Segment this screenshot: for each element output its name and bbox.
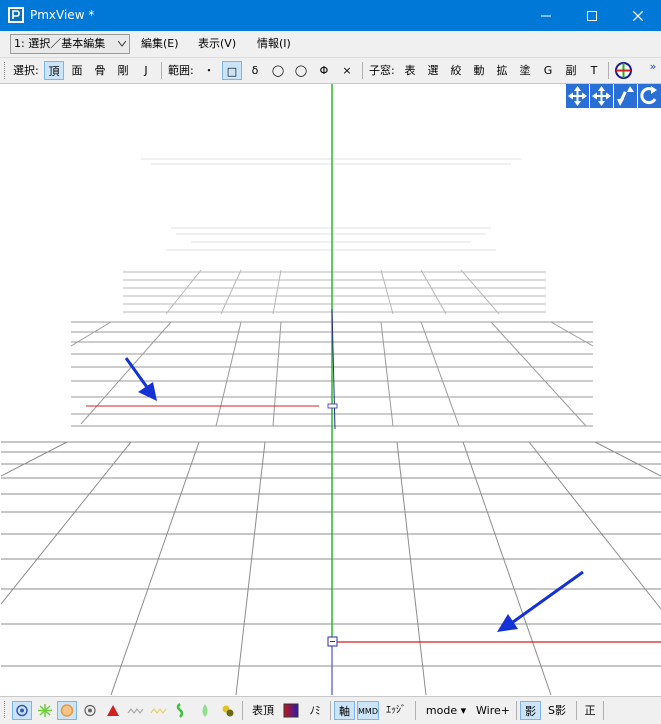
view-zoom-button[interactable] [614, 84, 637, 108]
toolbar-separator [161, 62, 162, 79]
vertex-dot-toggle[interactable] [12, 701, 32, 720]
toolbar-grip[interactable] [4, 62, 8, 79]
annotation-arrow-lower [497, 570, 584, 632]
select-bone-button[interactable]: 骨 [90, 61, 110, 80]
annotation-arrow-upper [124, 357, 157, 401]
color-swatch-icon[interactable] [283, 703, 299, 718]
select-rigid-button[interactable]: 剛 [113, 61, 133, 80]
statusbar-grip[interactable] [4, 701, 8, 718]
far-origin-marker [327, 403, 338, 409]
minimize-button[interactable] [523, 0, 569, 31]
front-view-button[interactable]: 正 [580, 701, 600, 720]
subwin-scale-button[interactable]: 拡 [492, 61, 512, 80]
yellow-wave-icon[interactable] [149, 701, 169, 720]
statusbar-separator [576, 701, 577, 720]
show-vertex-button[interactable]: 表頂 [248, 701, 278, 720]
wire-plus-button[interactable]: Wire+ [474, 701, 512, 720]
wireframe-scene[interactable] [1, 84, 661, 695]
subwin-filter-button[interactable]: 絞 [446, 61, 466, 80]
menu-view[interactable]: 表示(V) [198, 36, 236, 52]
close-icon [633, 10, 643, 21]
range-triangle-button[interactable]: ◯ [291, 61, 311, 80]
minimize-icon [541, 15, 551, 16]
maximize-icon [587, 10, 597, 21]
axis-toggle-button[interactable]: 軸 [334, 701, 355, 720]
menu-info[interactable]: 情報(I) [257, 36, 291, 52]
far-grid [123, 269, 546, 315]
range-rect-button[interactable]: □ [222, 61, 242, 80]
subwindow-label: 子窓: [369, 64, 395, 77]
select-face-button[interactable]: 面 [67, 61, 87, 80]
green-link-icon[interactable] [172, 701, 192, 720]
range-delta-button[interactable]: δ [245, 61, 265, 80]
edge-toggle-button[interactable]: ｴｯｼﾞ [381, 701, 411, 720]
view-rotate-button[interactable] [638, 84, 661, 108]
subwin-t-button[interactable]: T [584, 61, 604, 80]
window-title: PmxView * [30, 8, 95, 22]
maximize-button[interactable] [569, 0, 615, 31]
menu-bar: 1: 選択／基本編集 編集(E) 表示(V) 情報(I) [0, 31, 661, 58]
gray-wave-icon[interactable] [126, 701, 146, 720]
subwin-sub-button[interactable]: 副 [561, 61, 581, 80]
target-crosshair-icon[interactable] [614, 61, 633, 80]
self-shadow-toggle-button[interactable]: S影 [544, 701, 570, 720]
statusbar-separator [330, 701, 331, 720]
3d-viewport[interactable] [1, 84, 661, 695]
subwin-move-button[interactable]: 動 [469, 61, 489, 80]
green-sparkle-icon[interactable] [35, 701, 55, 720]
title-bar: PmxView * [0, 0, 661, 31]
shadow-toggle-button[interactable]: 影 [520, 701, 541, 720]
origin-marker[interactable] [327, 636, 338, 647]
statusbar-separator [603, 701, 604, 720]
pmxview-app-icon [8, 7, 24, 23]
yellow-link-icon[interactable] [218, 701, 238, 720]
target-dot-icon[interactable] [80, 701, 100, 720]
toolbar: 選択: 頂 面 骨 剛 J 範囲: ・ □ δ ◯ ◯ Φ × 子窓: 表 選 … [0, 58, 661, 84]
toolbar-overflow-button[interactable]: » [646, 57, 660, 76]
near-grid [1, 441, 661, 695]
toolbar-separator [362, 62, 363, 79]
green-drop-icon[interactable] [195, 701, 215, 720]
range-clear-button[interactable]: × [337, 61, 357, 80]
select-vertex-button[interactable]: 頂 [44, 61, 64, 80]
range-phi-button[interactable]: Φ [314, 61, 334, 80]
statusbar-separator [415, 701, 416, 720]
red-triangle-icon[interactable] [103, 701, 123, 720]
range-label: 範囲: [168, 64, 194, 77]
mi-toggle-button[interactable]: ﾉﾐ [304, 701, 326, 720]
toolbar-separator [608, 62, 609, 79]
subwin-table-button[interactable]: 表 [400, 61, 420, 80]
subwin-paint-button[interactable]: 塗 [515, 61, 535, 80]
select-joint-button[interactable]: J [136, 61, 156, 80]
orange-gear-toggle[interactable] [57, 701, 77, 720]
range-circle-button[interactable]: ◯ [268, 61, 288, 80]
statusbar-separator [516, 701, 517, 720]
distant-wire-lines [141, 158, 521, 251]
chevron-down-icon [118, 41, 126, 47]
statusbar-separator [242, 701, 243, 720]
edit-mode-select[interactable]: 1: 選択／基本編集 [10, 34, 130, 54]
close-button[interactable] [615, 0, 661, 31]
range-point-button[interactable]: ・ [199, 61, 219, 80]
view-pan-button[interactable] [566, 84, 589, 108]
subwin-select-button[interactable]: 選 [423, 61, 443, 80]
edit-mode-value: 1: 選択／基本編集 [14, 37, 106, 50]
subwin-group-button[interactable]: G [538, 61, 558, 80]
select-label: 選択: [13, 64, 39, 77]
mode-dropdown[interactable]: mode ▾ [421, 701, 471, 720]
menu-edit[interactable]: 編集(E) [141, 36, 179, 52]
status-bar: 表頂 ﾉﾐ 軸 MMD ｴｯｼﾞ mode ▾ Wire+ 影 S影 正 [0, 696, 661, 724]
view-move-button[interactable] [590, 84, 613, 108]
mmd-toggle-button[interactable]: MMD [357, 701, 379, 720]
